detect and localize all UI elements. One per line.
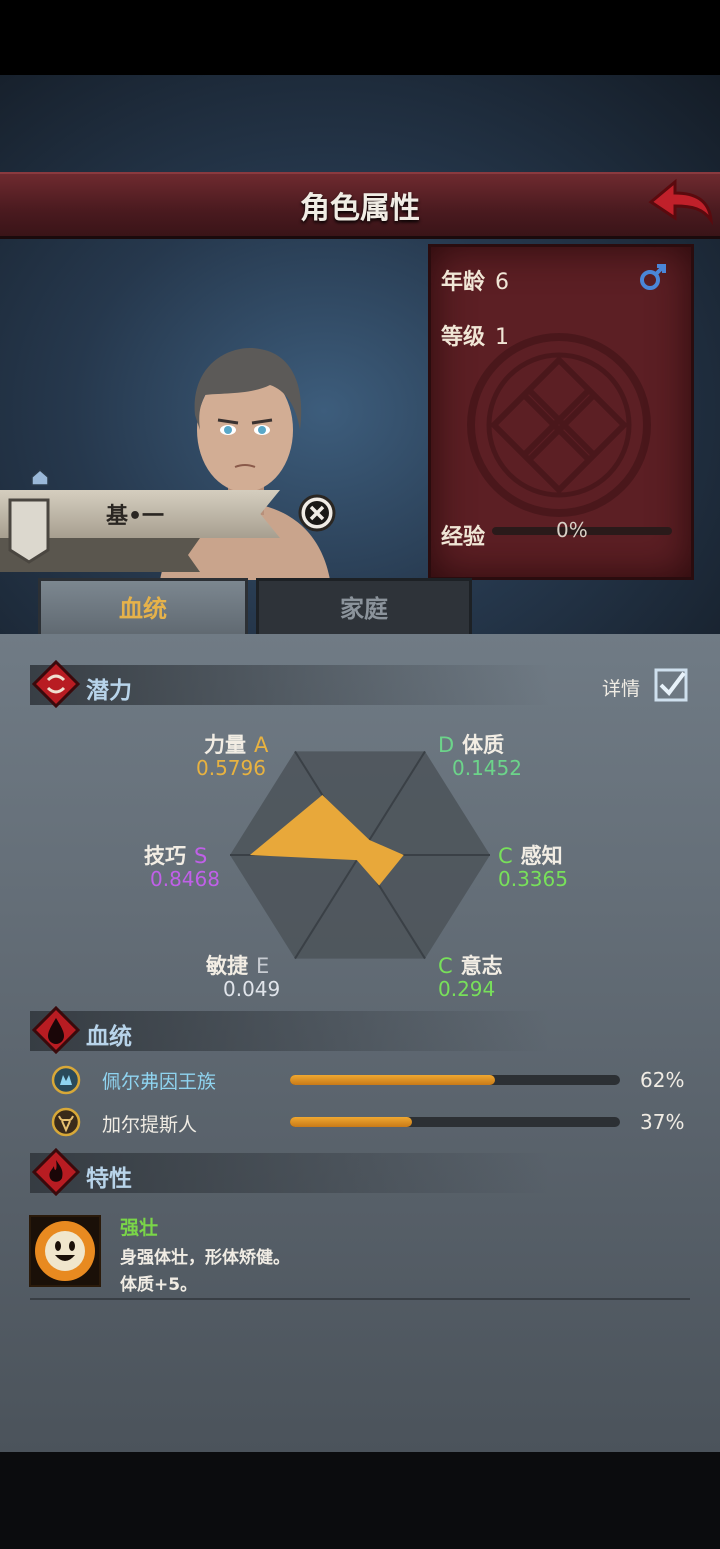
stat-constitution-value: 0.1452 (452, 756, 522, 780)
close-icon[interactable] (298, 494, 336, 532)
fire-icon (32, 1148, 80, 1196)
stat-skill-name: 技巧 (144, 844, 186, 868)
level-row: 等级 1 (441, 319, 509, 351)
celtic-knot-emblem (467, 333, 651, 517)
house-icon (31, 469, 49, 486)
stat-agility-label: 敏捷 E (206, 950, 277, 980)
traits-title: 特性 (86, 1166, 132, 1192)
detail-checkbox[interactable] (654, 668, 688, 702)
bloodline-bar-2 (290, 1117, 620, 1127)
age-value: 6 (495, 270, 510, 295)
exp-label: 经验 (441, 525, 486, 550)
bloodline-bar-fill-2 (290, 1117, 413, 1127)
navigation-bar-area (0, 1452, 720, 1549)
bloodline-bar-1 (290, 1075, 620, 1085)
bloodline-bar-fill-1 (290, 1075, 495, 1085)
stat-strength-label: 力量 A (204, 729, 276, 759)
stat-perception-name: 感知 (520, 844, 563, 868)
stat-will-grade: C (438, 954, 453, 978)
bloodline-percent-1: 62% (640, 1068, 685, 1092)
stat-agility-name: 敏捷 (206, 954, 248, 978)
exp-percent: 0% (556, 518, 588, 542)
age-row: 年龄 6 (441, 264, 509, 296)
male-icon (640, 264, 666, 290)
royal-crest-icon (51, 1065, 81, 1095)
stat-constitution-label: D 体质 (430, 729, 504, 759)
stat-will-name: 意志 (460, 954, 503, 978)
level-label: 等级 (441, 325, 486, 350)
bloodline-name-1: 佩尔弗因王族 (102, 1071, 217, 1093)
page-title: 角色属性 (300, 191, 420, 226)
stat-will-value: 0.294 (438, 977, 496, 1001)
back-arrow-icon[interactable] (645, 176, 715, 228)
stat-perception-label: C 感知 (490, 840, 563, 870)
status-bar-area (0, 0, 720, 75)
stat-skill-label: 技巧 S (144, 840, 215, 870)
stat-skill-value: 0.8468 (150, 867, 220, 891)
bull-crest-icon (51, 1107, 81, 1137)
blood-drop-icon (32, 1006, 80, 1054)
stat-strength-grade: A (254, 733, 269, 757)
age-label: 年龄 (441, 270, 486, 295)
potential-title: 潜力 (86, 678, 132, 704)
stat-strength-value: 0.5796 (196, 756, 266, 780)
trait-description: 身强体壮，形体矫健。 (120, 1248, 290, 1268)
bloodline-title: 血统 (86, 1024, 132, 1050)
level-value: 1 (495, 325, 510, 350)
stat-agility-value: 0.049 (223, 977, 281, 1001)
stat-will-label: C 意志 (430, 950, 503, 980)
stat-constitution-name: 体质 (462, 733, 505, 757)
trait-effect: 体质+5。 (120, 1275, 198, 1295)
trait-name: 强壮 (120, 1217, 159, 1239)
bloodline-name-2: 加尔提斯人 (102, 1114, 198, 1136)
bloodline-percent-2: 37% (640, 1110, 685, 1134)
tab-bloodline[interactable]: 血统 (38, 578, 248, 637)
stat-perception-grade: C (498, 844, 513, 868)
tab-family[interactable]: 家庭 (256, 578, 472, 637)
heraldry-shield-icon (8, 498, 50, 564)
stat-constitution-grade: D (438, 733, 455, 757)
stat-skill-grade: S (194, 844, 208, 868)
stat-strength-name: 力量 (204, 733, 246, 757)
smiley-face-icon[interactable] (29, 1215, 101, 1287)
potential-diamond-icon (32, 660, 80, 708)
stat-agility-grade: E (256, 954, 270, 978)
stat-perception-value: 0.3365 (498, 867, 568, 891)
trait-divider (30, 1298, 690, 1300)
detail-label: 详情 (602, 678, 641, 700)
